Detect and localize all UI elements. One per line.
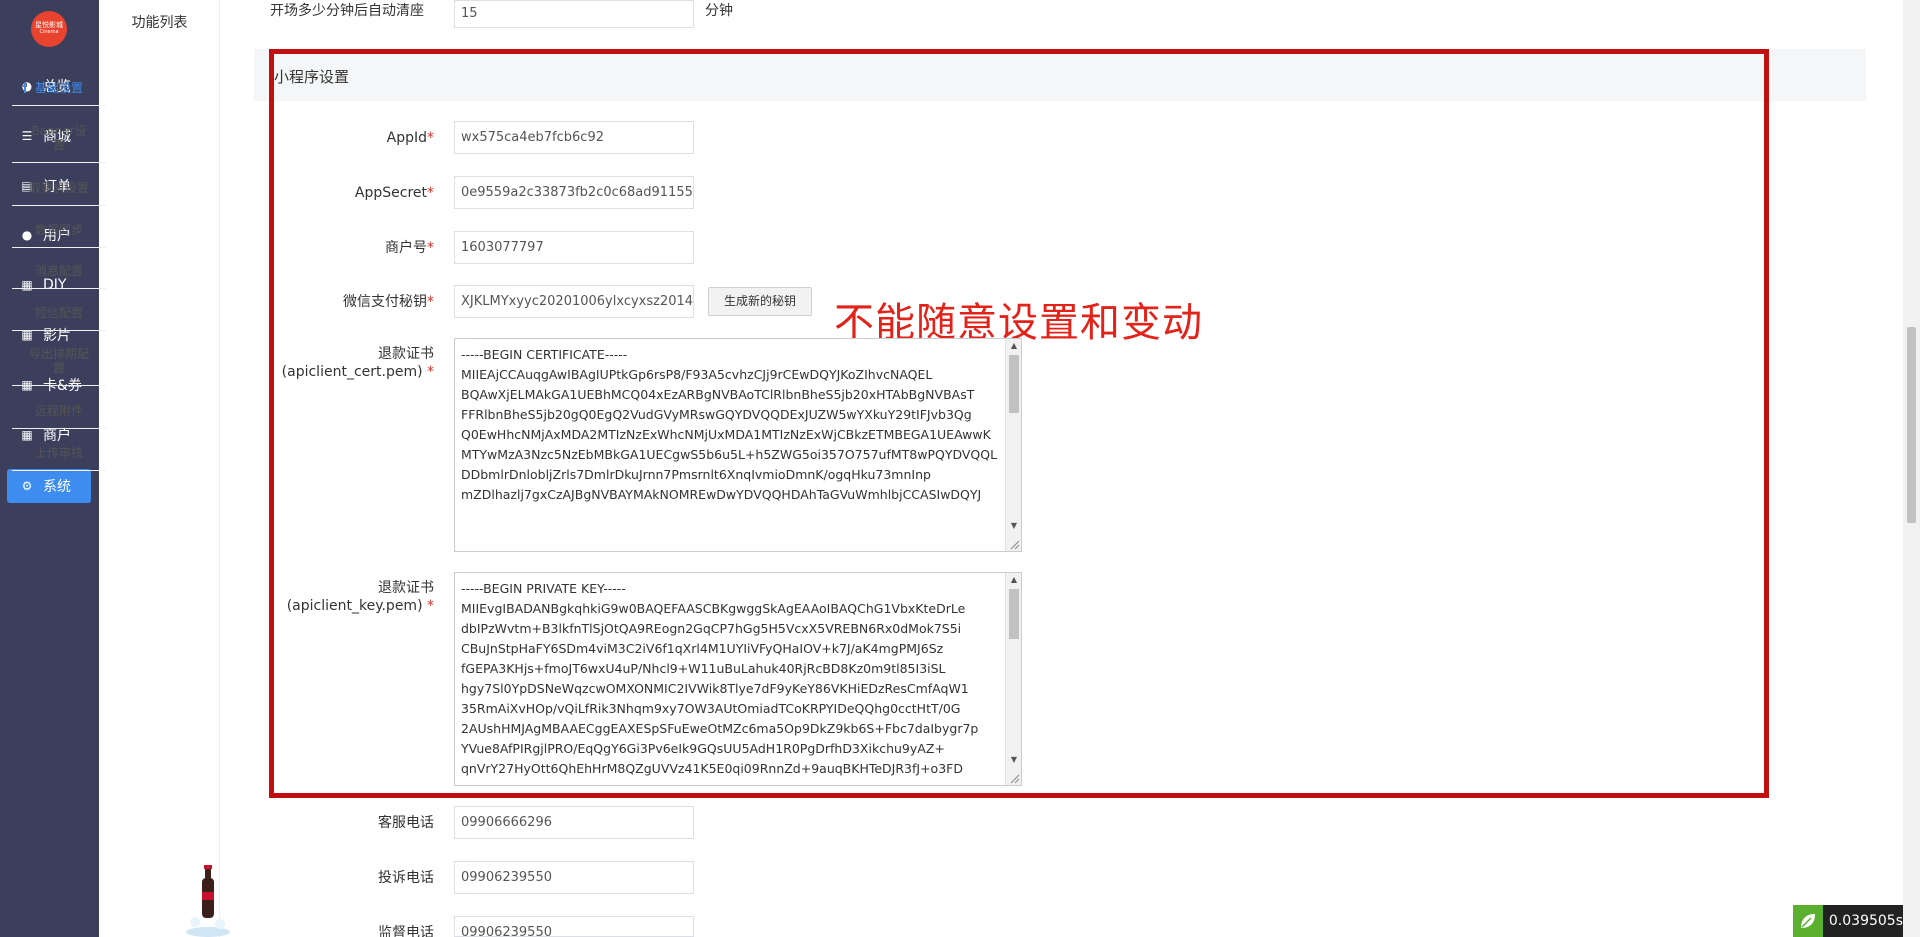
key-scrollbar[interactable]: ▲ ▼ bbox=[1005, 573, 1021, 785]
cert-label-line1: 退款证书 bbox=[378, 346, 434, 362]
cinema-logo[interactable]: 星悦影城 Cinema bbox=[31, 11, 67, 47]
key-content: -----BEGIN PRIVATE KEY----- MIIEvgIBADAN… bbox=[461, 581, 979, 776]
submenu-label: Banner设置 bbox=[31, 123, 87, 152]
submenu-item-banner[interactable]: Banner设置 bbox=[12, 113, 106, 163]
page-scrollbar[interactable] bbox=[1903, 0, 1920, 937]
cert-textarea[interactable]: -----BEGIN CERTIFICATE----- MIIEAjCCAuqg… bbox=[454, 338, 1022, 552]
appsecret-label: AppSecret* bbox=[270, 184, 434, 202]
required-mark: * bbox=[427, 598, 434, 614]
scroll-down-arrow-icon[interactable]: ▼ bbox=[1006, 519, 1021, 533]
cola-mascot-image bbox=[186, 865, 230, 937]
submenu-item-message-config[interactable]: 消息配置 bbox=[12, 253, 106, 289]
nav-label: 系统 bbox=[43, 479, 71, 495]
logo-subtext: Cinema bbox=[39, 29, 59, 36]
page-scroll-thumb[interactable] bbox=[1907, 327, 1916, 523]
cert-scrollbar[interactable]: ▲ ▼ bbox=[1005, 339, 1021, 551]
scroll-up-arrow-icon[interactable]: ▲ bbox=[1006, 573, 1021, 587]
complaint-phone-label: 投诉电话 bbox=[378, 870, 434, 886]
submenu-item-export-schedule[interactable]: 导出排期配置 bbox=[12, 336, 106, 386]
complaint-phone-input[interactable]: 09906239550 bbox=[454, 861, 694, 894]
key-textarea[interactable]: -----BEGIN PRIVATE KEY----- MIIEvgIBADAN… bbox=[454, 572, 1022, 786]
supervise-phone-label: 监督电话 bbox=[378, 925, 434, 937]
merchant-id-input[interactable]: 1603077797 bbox=[454, 231, 694, 264]
required-mark: * bbox=[427, 185, 434, 201]
submenu-label: 导出排期配置 bbox=[28, 346, 89, 375]
leaf-icon bbox=[1793, 905, 1823, 937]
required-mark: * bbox=[427, 294, 434, 310]
debug-timer-badge: 0.039505s bbox=[1793, 905, 1903, 937]
cert-label-filename: (apiclient_cert.pem) bbox=[281, 364, 423, 380]
gear-icon: ⚙ bbox=[21, 479, 33, 493]
submenu-item-ticket-machine[interactable]: 取票机设置 bbox=[12, 170, 106, 206]
submenu-item-data-sync[interactable]: 数据同步 bbox=[12, 212, 106, 248]
supervise-phone-input[interactable]: 09906239550 bbox=[454, 916, 694, 937]
required-mark: * bbox=[427, 240, 434, 256]
submenu-item-upload-review[interactable]: 上传审核 bbox=[12, 435, 106, 471]
section-title: 小程序设置 bbox=[274, 68, 350, 86]
function-menu-title: 功能列表 bbox=[131, 15, 188, 31]
submenu-label: 数据同步 bbox=[34, 222, 83, 237]
nav-item-system[interactable]: ⚙ 系统 bbox=[7, 469, 91, 503]
submenu-label: 消息配置 bbox=[34, 263, 83, 278]
auto-clear-label: 开场多少分钟后自动清座 bbox=[270, 3, 424, 19]
submenu-item-sms-config[interactable]: 短信配置 bbox=[12, 295, 106, 331]
appid-label-text: AppId bbox=[386, 130, 427, 146]
scroll-down-arrow-icon[interactable]: ▼ bbox=[1006, 753, 1021, 767]
required-mark: * bbox=[427, 130, 434, 146]
resize-grip-icon[interactable] bbox=[1008, 538, 1020, 550]
pay-key-label: 微信支付秘钥* bbox=[270, 293, 434, 311]
appid-input[interactable]: wx575ca4eb7fcb6c92 bbox=[454, 121, 694, 154]
submenu-label: 基础设置 bbox=[34, 80, 83, 95]
cert-label: 退款证书 (apiclient_cert.pem) * bbox=[270, 345, 434, 381]
submenu-item-basic-settings[interactable]: 基础设置 bbox=[12, 70, 106, 106]
key-label-line2: (apiclient_key.pem) * bbox=[270, 597, 434, 615]
resize-grip-icon[interactable] bbox=[1008, 772, 1020, 784]
scroll-thumb[interactable] bbox=[1009, 589, 1019, 639]
required-mark: * bbox=[427, 364, 434, 380]
appsecret-input[interactable]: 0e9559a2c33873fb2c0c68ad9115555 bbox=[454, 176, 694, 209]
key-label: 退款证书 (apiclient_key.pem) * bbox=[270, 579, 434, 615]
key-label-line1: 退款证书 bbox=[378, 580, 434, 596]
submenu-label: 取票机设置 bbox=[28, 180, 89, 195]
scroll-up-arrow-icon[interactable]: ▲ bbox=[1006, 339, 1021, 353]
function-menu: 功能列表 bbox=[99, 0, 220, 937]
submenu-label: 上传审核 bbox=[34, 445, 83, 460]
service-phone-input[interactable]: 09906666296 bbox=[454, 806, 694, 839]
submenu-item-remote-attachment[interactable]: 远程附件 bbox=[12, 393, 106, 429]
pay-key-input[interactable]: XJKLMYxyyc20201006ylxcyxsz201405 bbox=[454, 285, 694, 318]
mini-program-section-header bbox=[254, 49, 1866, 101]
cert-content: -----BEGIN CERTIFICATE----- MIIEAjCCAuqg… bbox=[461, 347, 998, 502]
merchant-id-label: 商户号* bbox=[270, 239, 434, 257]
merchant-id-label-text: 商户号 bbox=[385, 240, 427, 256]
key-label-filename: (apiclient_key.pem) bbox=[286, 598, 423, 614]
appsecret-label-text: AppSecret bbox=[354, 185, 427, 201]
cert-label-line2: (apiclient_cert.pem) * bbox=[270, 363, 434, 381]
submenu-label: 短信配置 bbox=[34, 305, 83, 320]
minutes-unit: 分钟 bbox=[705, 3, 733, 19]
scroll-thumb[interactable] bbox=[1009, 355, 1019, 413]
timer-value: 0.039505s bbox=[1828, 913, 1903, 929]
generate-new-key-button[interactable]: 生成新的秘钥 bbox=[708, 287, 812, 316]
appid-label: AppId* bbox=[270, 129, 434, 147]
pay-key-label-text: 微信支付秘钥 bbox=[343, 294, 427, 310]
auto-clear-minutes-input[interactable]: 15 bbox=[454, 0, 694, 28]
submenu-label: 远程附件 bbox=[34, 403, 83, 418]
service-phone-label: 客服电话 bbox=[378, 815, 434, 831]
